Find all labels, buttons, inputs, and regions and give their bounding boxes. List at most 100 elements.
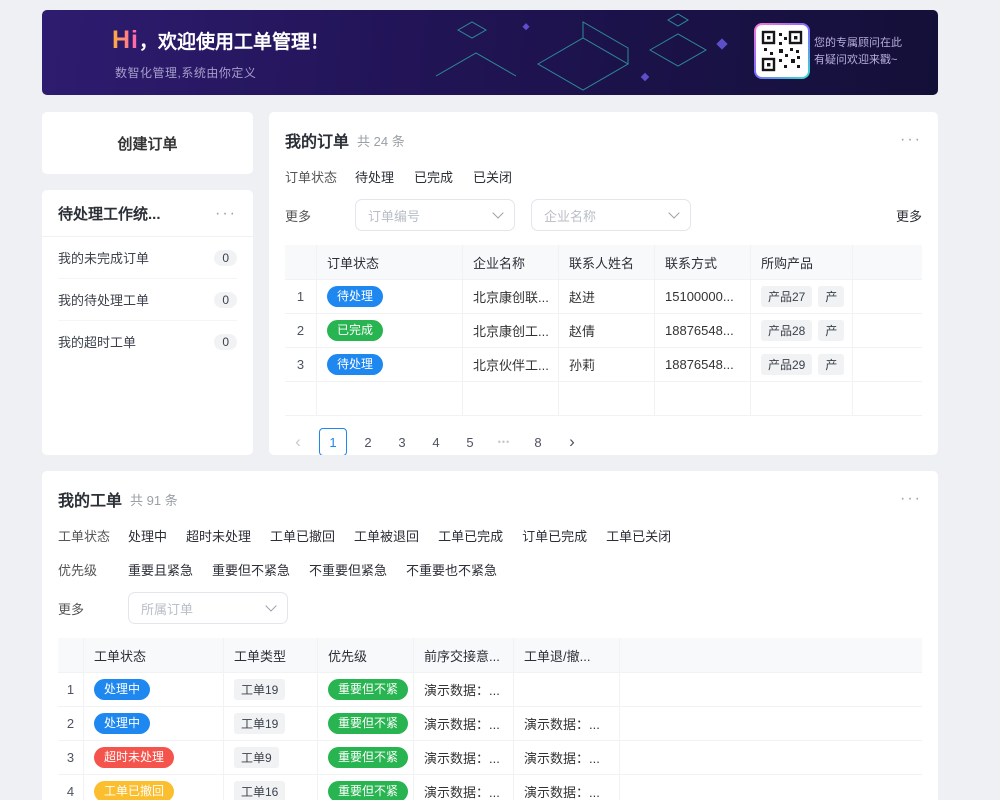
priority-badge: 重要但不紧 (328, 781, 408, 800)
cell-empty (285, 382, 317, 415)
filter-option-processing[interactable]: 处理中 (128, 526, 167, 545)
cell-filler (853, 314, 922, 347)
cell-priority: 重要但不紧 (318, 741, 414, 774)
order-status-filter-label: 订单状态 (285, 167, 355, 186)
filter-option-closed[interactable]: 已关闭 (473, 167, 512, 186)
filter-option-withdrawn[interactable]: 工单已撤回 (270, 526, 335, 545)
row-index: 1 (285, 280, 317, 313)
page-next-icon[interactable]: › (559, 429, 585, 455)
orders-panel-title: 我的订单 (285, 128, 349, 152)
filter-option-completed[interactable]: 已完成 (414, 167, 453, 186)
cell-phone: 18876548... (655, 314, 751, 347)
workorder-type-tag: 工单19 (234, 713, 285, 734)
chevron-down-icon (265, 600, 276, 611)
create-order-label: 创建订单 (117, 133, 177, 154)
more-options-icon[interactable]: ··· (900, 491, 922, 507)
filter-option-wo-completed[interactable]: 工单已完成 (438, 526, 503, 545)
top-row: 创建订单 待处理工作统... ··· 我的未完成订单 0 我的待处理工单 0 (42, 112, 938, 455)
banner-title-text: ，欢迎使用工单管理！ (139, 27, 329, 54)
product-tag: 产品27 (761, 286, 812, 307)
workorder-row: 4 工单已撤回 工单16 重要但不紧 演示数据：... 演示数据：... (58, 775, 922, 800)
page-2[interactable]: 2 (355, 429, 381, 455)
workorder-row: 1 处理中 工单19 重要但不紧 演示数据：... (58, 673, 922, 707)
filter-option-important-urgent[interactable]: 重要且紧急 (128, 560, 193, 579)
qr-tip-text: 您的专属顾问在此 有疑问欢迎来戳~ (814, 35, 926, 69)
filter-option-order-completed[interactable]: 订单已完成 (522, 526, 587, 545)
consultant-qr-code[interactable] (754, 23, 810, 79)
banner-decoration-art (418, 10, 738, 95)
stats-card-header: 待处理工作统... ··· (42, 190, 253, 237)
page-8[interactable]: 8 (525, 429, 551, 455)
my-workorders-panel: 我的工单 共 91 条 ··· 工单状态 处理中 超时未处理 工单已撤回 工单被… (42, 471, 938, 800)
page-1[interactable]: 1 (319, 428, 347, 455)
cell-filler (620, 741, 922, 774)
filter-option-not-important-not-urgent[interactable]: 不重要也不紧急 (406, 560, 497, 579)
orders-more-filter-row: 更多 订单编号 企业名称 更多 (285, 199, 922, 231)
order-number-select[interactable]: 订单编号 (355, 199, 515, 231)
cell-company: 北京康创工... (463, 314, 559, 347)
row-index: 3 (285, 348, 317, 381)
order-row: 1 待处理 北京康创联... 赵进 15100000... 产品27 产 (285, 280, 922, 314)
page-ellipsis-icon[interactable]: ••• (491, 429, 517, 455)
cell-products: 产品29 产 (751, 348, 853, 381)
stat-item-overdue-workorders[interactable]: 我的超时工单 0 (58, 321, 237, 362)
stat-count-badge: 0 (214, 292, 237, 308)
product-tag-truncated: 产 (818, 320, 844, 341)
more-filters-label: 更多 (285, 206, 355, 225)
stat-count-badge: 0 (214, 250, 237, 266)
banner-text-block: Hi ，欢迎使用工单管理！ 数智化管理,系统由你定义 (112, 26, 329, 81)
order-status-filter-row: 订单状态 待处理 已完成 已关闭 (285, 167, 922, 186)
stat-item-pending-workorders[interactable]: 我的待处理工单 0 (58, 279, 237, 321)
workorders-table-header: 工单状态 工单类型 优先级 前序交接意... 工单退/撤... (58, 638, 922, 673)
cell-phone: 18876548... (655, 348, 751, 381)
company-name-select[interactable]: 企业名称 (531, 199, 691, 231)
product-tag-truncated: 产 (818, 354, 844, 375)
cell-handover: 演示数据：... (414, 673, 514, 706)
filter-option-overdue[interactable]: 超时未处理 (186, 526, 251, 545)
workorder-row: 2 处理中 工单19 重要但不紧 演示数据：... 演示数据：... (58, 707, 922, 741)
orders-more-link[interactable]: 更多 (896, 206, 922, 225)
filter-option-not-important-urgent[interactable]: 不重要但紧急 (309, 560, 387, 579)
col-contact-name: 联系人姓名 (559, 245, 655, 279)
cell-company: 北京康创联... (463, 280, 559, 313)
cell-handover: 演示数据：... (414, 741, 514, 774)
cell-handover: 演示数据：... (414, 775, 514, 800)
col-index (285, 245, 317, 279)
workorder-type-tag: 工单16 (234, 781, 285, 800)
welcome-banner: Hi ，欢迎使用工单管理！ 数智化管理,系统由你定义 (42, 10, 938, 95)
stat-item-unfinished-orders[interactable]: 我的未完成订单 0 (58, 237, 237, 279)
parent-order-select[interactable]: 所属订单 (128, 592, 288, 624)
filter-option-returned[interactable]: 工单被退回 (354, 526, 419, 545)
filter-option-closed[interactable]: 工单已关闭 (606, 526, 671, 545)
col-priority: 优先级 (318, 638, 414, 672)
page-3[interactable]: 3 (389, 429, 415, 455)
cell-priority: 重要但不紧 (318, 673, 414, 706)
banner-hi: Hi (112, 26, 139, 55)
product-tag: 产品28 (761, 320, 812, 341)
col-phone: 联系方式 (655, 245, 751, 279)
cell-type: 工单16 (224, 775, 318, 800)
create-order-button[interactable]: 创建订单 (42, 112, 253, 174)
stat-label: 我的超时工单 (58, 332, 136, 351)
cell-status: 待处理 (317, 348, 463, 381)
banner-title: Hi ，欢迎使用工单管理！ (112, 26, 329, 55)
col-workorder-type: 工单类型 (224, 638, 318, 672)
cell-withdraw: 演示数据：... (514, 741, 620, 774)
filter-option-important-not-urgent[interactable]: 重要但不紧急 (212, 560, 290, 579)
priority-filter-label: 优先级 (58, 560, 128, 579)
my-orders-panel: 我的订单 共 24 条 ··· 订单状态 待处理 已完成 已关闭 更多 (269, 112, 938, 455)
more-options-icon[interactable]: ··· (900, 132, 922, 148)
more-options-icon[interactable]: ··· (215, 206, 237, 222)
stat-label: 我的未完成订单 (58, 248, 149, 267)
page-prev-icon[interactable]: ‹ (285, 429, 311, 455)
page-4[interactable]: 4 (423, 429, 449, 455)
filter-option-pending[interactable]: 待处理 (355, 167, 394, 186)
cell-filler (853, 348, 922, 381)
cell-products: 产品27 产 (751, 280, 853, 313)
cell-withdraw: 演示数据：... (514, 707, 620, 740)
banner-subtitle: 数智化管理,系统由你定义 (115, 64, 329, 81)
cell-priority: 重要但不紧 (318, 775, 414, 800)
page-5[interactable]: 5 (457, 429, 483, 455)
chevron-down-icon (668, 207, 679, 218)
orders-total-count: 共 24 条 (357, 131, 405, 150)
